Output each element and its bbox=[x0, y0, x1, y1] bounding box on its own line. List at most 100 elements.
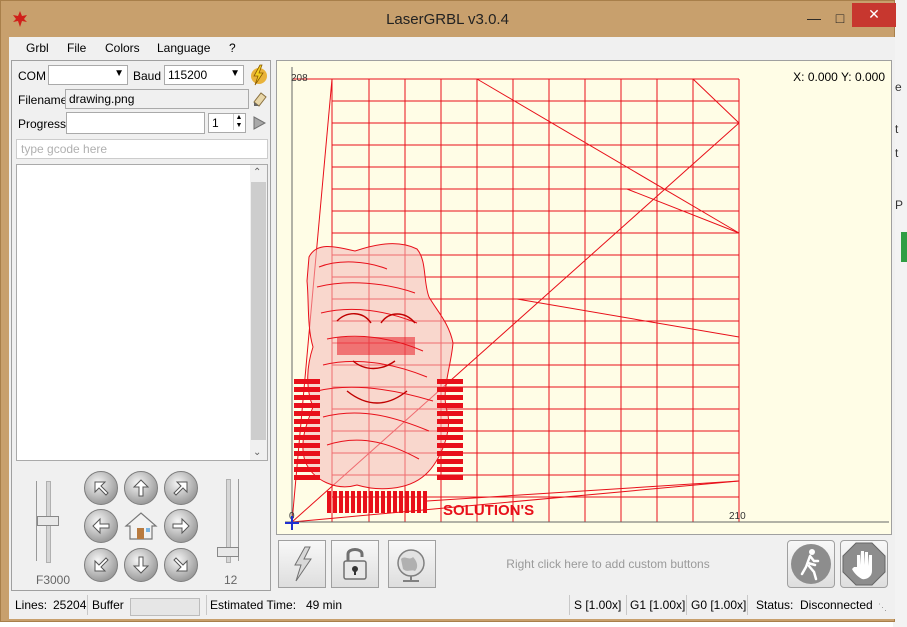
unlock-icon bbox=[343, 548, 367, 580]
engrave-bar bbox=[294, 443, 320, 448]
gcode-input[interactable]: type gcode here bbox=[16, 139, 268, 159]
run-play-icon[interactable] bbox=[252, 116, 266, 130]
engrave-bar bbox=[417, 491, 421, 513]
jog-mode-button[interactable] bbox=[787, 540, 835, 588]
home-button[interactable] bbox=[122, 509, 160, 543]
engrave-bar bbox=[437, 451, 463, 456]
engrave-bar bbox=[363, 491, 367, 513]
jog-se-button[interactable] bbox=[164, 548, 198, 582]
g0-override: G0 [1.00x] bbox=[691, 598, 747, 612]
g0-override-cell[interactable]: G0 [1.00x] bbox=[687, 595, 748, 615]
engrave-bar bbox=[437, 427, 463, 432]
custom-buttons-hint: Right click here to add custom buttons bbox=[506, 557, 710, 571]
command-log[interactable]: ⌃ ⌄ bbox=[16, 164, 268, 461]
toolpath-diagonal bbox=[516, 298, 740, 338]
engrave-bar bbox=[294, 475, 320, 480]
custom-button-bar[interactable]: Right click here to add custom buttons bbox=[276, 537, 892, 591]
copies-spinner[interactable]: 1 ▲ ▼ bbox=[208, 113, 246, 133]
jog-e-button[interactable] bbox=[164, 509, 198, 543]
unlock-button[interactable] bbox=[331, 540, 379, 588]
jog-nw-button[interactable] bbox=[84, 471, 118, 505]
baud-label: Baud bbox=[133, 69, 162, 83]
bg-char: t bbox=[895, 122, 899, 136]
gcode-placeholder: type gcode here bbox=[21, 142, 108, 156]
window-title: LaserGRBL v3.0.4 bbox=[386, 11, 509, 28]
maximize-button[interactable]: □ bbox=[827, 9, 853, 29]
reset-button[interactable] bbox=[278, 540, 326, 588]
minimize-button[interactable]: — bbox=[801, 9, 827, 29]
bg-char: e bbox=[895, 80, 902, 94]
menu-colors[interactable]: Colors bbox=[105, 41, 140, 55]
globe-icon bbox=[397, 549, 425, 582]
engrave-bar bbox=[294, 411, 320, 416]
scroll-thumb[interactable] bbox=[251, 182, 266, 440]
scroll-down-icon[interactable]: ⌄ bbox=[253, 447, 261, 458]
jog-s-button[interactable] bbox=[124, 548, 158, 582]
close-button[interactable]: ✕ bbox=[852, 3, 896, 27]
menu-grbl[interactable]: Grbl bbox=[26, 41, 49, 55]
step-slider-thumb[interactable] bbox=[217, 547, 239, 557]
engrave-bar bbox=[437, 435, 463, 440]
spinner-arrows-icon[interactable]: ▲ ▼ bbox=[233, 114, 244, 130]
engrave-bar bbox=[437, 419, 463, 424]
baud-select[interactable]: 115200 ▼ bbox=[164, 65, 244, 85]
engrave-bar bbox=[339, 491, 343, 513]
connect-lightning-icon[interactable] bbox=[248, 64, 268, 86]
engrave-bar bbox=[294, 419, 320, 424]
engrave-bar bbox=[294, 403, 320, 408]
background-window-edge: e t t P bbox=[893, 0, 907, 627]
jog-w-button[interactable] bbox=[84, 509, 118, 543]
reset-icon bbox=[294, 546, 312, 582]
engrave-bar bbox=[411, 491, 415, 513]
arrow-sw-icon bbox=[94, 557, 109, 572]
open-file-icon[interactable] bbox=[251, 90, 269, 108]
engrave-bar bbox=[437, 403, 463, 408]
engrave-bar bbox=[294, 467, 320, 472]
g1-override-cell[interactable]: G1 [1.00x] bbox=[626, 595, 687, 615]
engrave-text: SOLUTION'S bbox=[443, 502, 534, 519]
stop-button[interactable] bbox=[840, 540, 888, 588]
engrave-bar bbox=[437, 443, 463, 448]
com-label: COM bbox=[18, 69, 46, 83]
filename-field: drawing.png bbox=[65, 89, 249, 109]
resize-grip-icon[interactable]: ⋱ bbox=[878, 597, 887, 617]
status-label: Status: bbox=[756, 598, 794, 612]
jog-sw-button[interactable] bbox=[84, 548, 118, 582]
feed-slider-thumb[interactable] bbox=[37, 516, 59, 526]
toolpath-diagonal bbox=[426, 480, 740, 502]
engrave-bar bbox=[375, 491, 379, 513]
tiger-engraving bbox=[302, 243, 454, 490]
menu-help[interactable]: ? bbox=[229, 41, 236, 55]
engrave-bar bbox=[393, 491, 397, 513]
globe-button[interactable] bbox=[388, 540, 436, 588]
engrave-bar bbox=[327, 491, 331, 513]
arrow-up-icon bbox=[132, 479, 150, 497]
s-override-cell[interactable]: S [1.00x] bbox=[569, 595, 627, 615]
engrave-bars-bottom bbox=[327, 491, 427, 513]
jog-n-button[interactable] bbox=[124, 471, 158, 505]
progress-label: Progress bbox=[18, 117, 67, 131]
com-select[interactable]: ▼ bbox=[48, 65, 128, 85]
title-bar[interactable]: LaserGRBL v3.0.4 — □ ✕ bbox=[1, 1, 896, 37]
s-override: S [1.00x] bbox=[574, 598, 622, 612]
coords-readout: X: 0.000 Y: 0.000 bbox=[793, 70, 885, 84]
lines-label: Lines: bbox=[15, 598, 48, 612]
log-scrollbar[interactable]: ⌃ ⌄ bbox=[250, 165, 267, 460]
engrave-bar bbox=[437, 475, 463, 480]
engrave-bar bbox=[381, 491, 385, 513]
menu-bar: Grbl File Colors Language ? bbox=[9, 37, 895, 59]
arrow-left-icon bbox=[92, 517, 110, 535]
engrave-bar bbox=[399, 491, 403, 513]
engrave-bar bbox=[357, 491, 361, 513]
engrave-bar bbox=[294, 459, 320, 464]
arrow-se-icon bbox=[173, 557, 188, 572]
bg-green-bar bbox=[901, 232, 907, 262]
home-icon bbox=[124, 512, 158, 540]
scroll-up-icon[interactable]: ⌃ bbox=[253, 167, 261, 178]
menu-file[interactable]: File bbox=[67, 41, 86, 55]
gcode-preview[interactable]: SOLUTION'S 208 210 0 X: 0.000 Y: 0.000 bbox=[276, 60, 892, 535]
chevron-down-icon: ▼ bbox=[114, 68, 124, 79]
engrave-bar bbox=[294, 435, 320, 440]
menu-language[interactable]: Language bbox=[157, 41, 210, 55]
jog-ne-button[interactable] bbox=[164, 471, 198, 505]
